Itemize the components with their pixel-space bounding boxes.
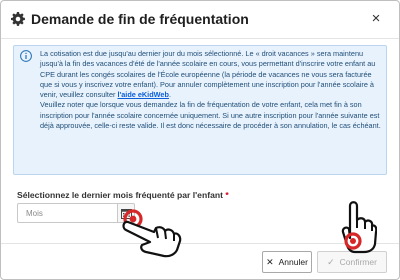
pointing-hand-icon — [122, 209, 182, 258]
confirm-button[interactable]: ✓ Confirmer — [317, 251, 387, 273]
info-box: La cotisation est due jusqu'au dernier j… — [13, 45, 387, 175]
gear-icon — [11, 12, 25, 26]
cancel-button-label: Annuler — [278, 257, 308, 267]
close-icon[interactable]: × — [368, 10, 384, 28]
confirm-button-label: Confirmer — [339, 257, 377, 267]
help-link[interactable]: l'aide eKidWeb — [117, 90, 168, 99]
info-text: La cotisation est due jusqu'au dernier j… — [40, 49, 383, 131]
month-field-label: Sélectionnez le dernier mois fréquenté p… — [17, 190, 229, 200]
month-input[interactable] — [17, 203, 117, 223]
info-paragraph-2: Veuillez noter que lorsque vous demandez… — [40, 100, 381, 130]
close-icon: ✕ — [266, 256, 274, 267]
info-paragraph: La cotisation est due jusqu'au dernier j… — [40, 49, 383, 100]
info-icon — [20, 50, 32, 62]
check-icon: ✓ — [327, 256, 335, 267]
pointing-hand-icon — [341, 201, 377, 254]
info-paragraph-1: La cotisation est due jusqu'au dernier j… — [40, 49, 376, 99]
dialog-header: Demande de fin de fréquentation × — [1, 1, 399, 39]
info-paragraph-1-end: . — [168, 90, 171, 99]
month-field-label-text: Sélectionnez le dernier mois fréquenté p… — [17, 190, 223, 200]
dialog-title: Demande de fin de fréquentation — [31, 11, 249, 27]
required-mark: * — [225, 190, 229, 200]
cancel-button[interactable]: ✕ Annuler — [262, 251, 312, 273]
